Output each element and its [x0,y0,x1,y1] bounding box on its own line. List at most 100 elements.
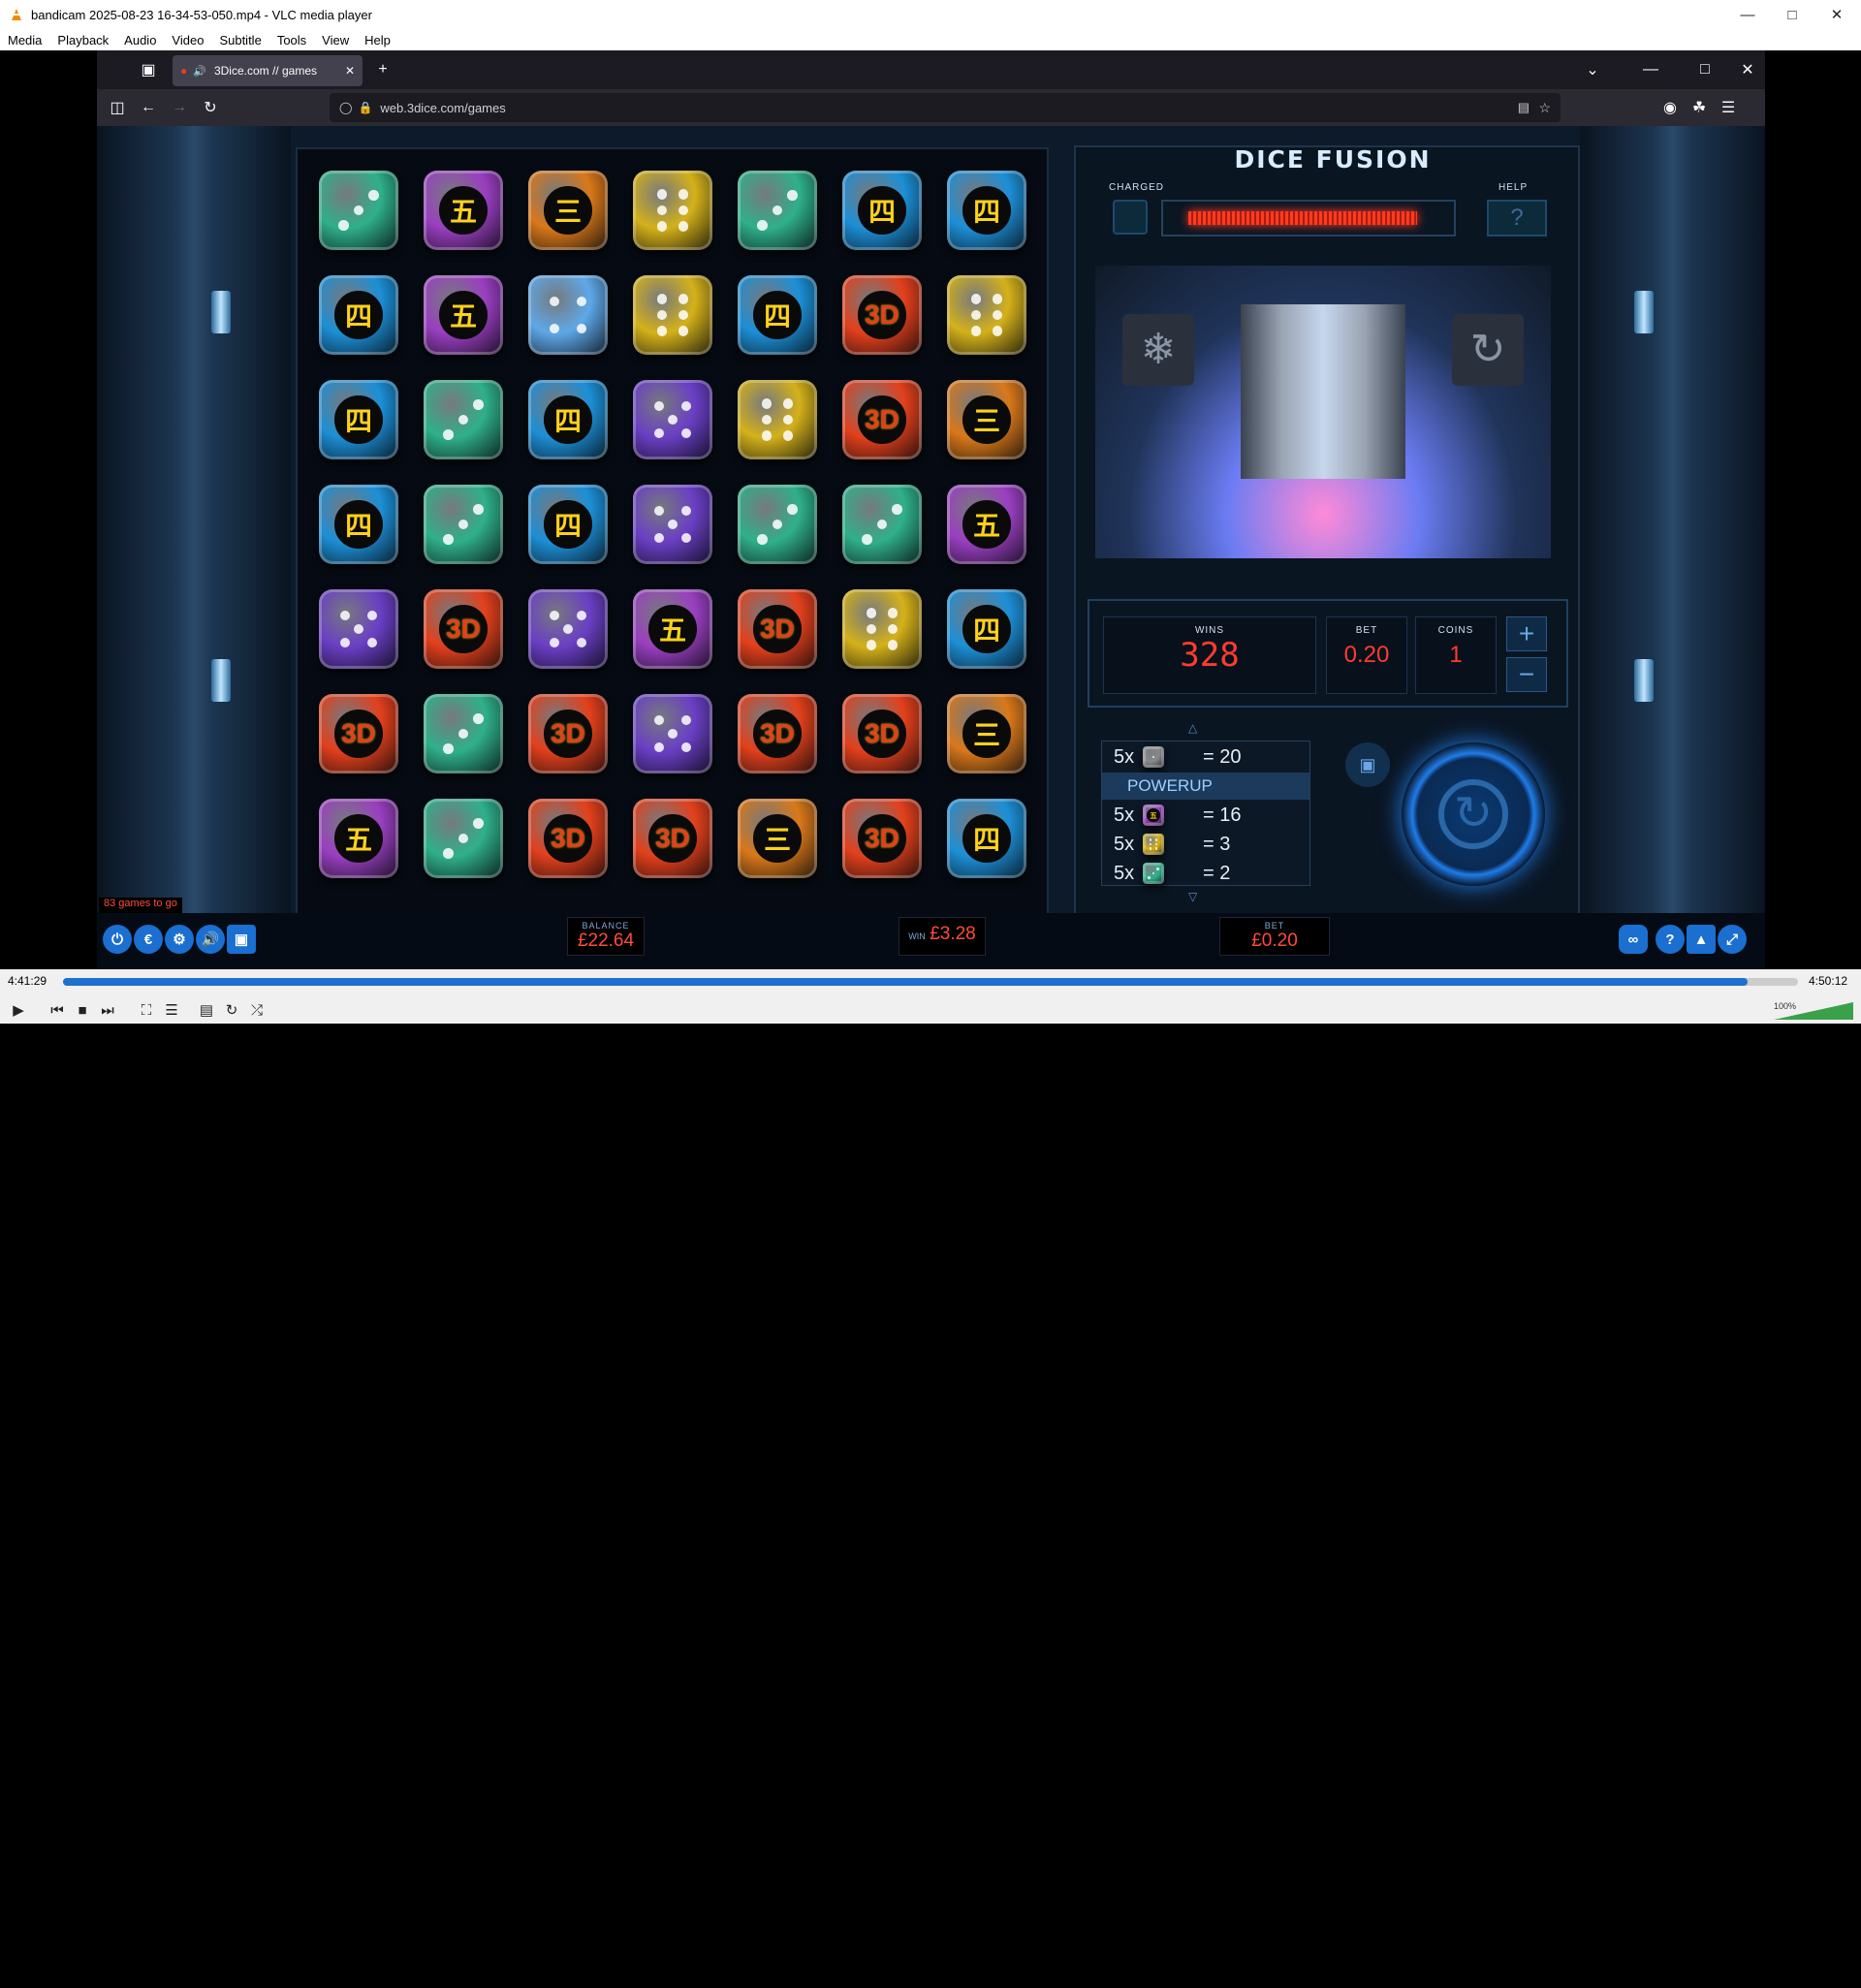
menu-media[interactable]: Media [0,33,49,47]
browser-close-icon[interactable]: ✕ [1735,57,1760,82]
shuffle-button[interactable]: ⤮ [246,999,268,1021]
forward-icon[interactable]: → [167,95,192,120]
back-icon[interactable]: ← [136,95,161,120]
die-green[interactable] [424,694,503,773]
die-green[interactable] [842,485,922,564]
die-red-3d[interactable]: 3D [528,799,608,878]
die-green[interactable] [319,171,398,250]
die-red-3d[interactable]: 3D [842,694,922,773]
close-button[interactable]: ✕ [1814,0,1859,29]
die-purple-five[interactable]: 五 [633,589,712,669]
die-red-3d[interactable]: 3D [424,589,503,669]
tab-overview-icon[interactable]: ▣ [136,57,161,82]
die-green[interactable] [738,485,817,564]
sound-button[interactable]: 🔊 [196,925,225,954]
die-gold[interactable] [947,275,1026,355]
die-blue-four[interactable]: 四 [842,171,922,250]
settings-button[interactable]: ⚙ [165,925,194,954]
fullscreen-hud-button[interactable]: ⤢ [1718,925,1747,954]
play-button[interactable]: ▶ [8,999,29,1021]
link-button[interactable]: ∞ [1619,925,1648,954]
browser-minimize-icon[interactable]: — [1638,57,1663,82]
die-green[interactable] [424,485,503,564]
die-lightblue[interactable] [528,275,608,355]
help-button[interactable]: ? [1487,200,1547,237]
die-blue-four[interactable]: 四 [947,799,1026,878]
die-gold[interactable] [842,589,922,669]
game-canvas[interactable]: 五三四四四五四 3D 四四 3D 三四四五 3D 五 3D 四 3D 3D 3D 3D 三五 3D 3D 三 3D… [97,126,1765,969]
gallery-button[interactable]: ▣ [227,925,256,954]
help-hud-button[interactable]: ? [1656,925,1685,954]
paytable-down-arrow[interactable]: ▽ [1188,890,1197,903]
die-purple-five[interactable]: 五 [424,171,503,250]
die-blue-four[interactable]: 四 [738,275,817,355]
die-blue-four[interactable]: 四 [319,380,398,459]
die-orange-three[interactable]: 三 [738,799,817,878]
die-violet[interactable] [633,485,712,564]
stop-button[interactable]: ■ [72,999,93,1021]
shield-icon[interactable]: ◯ [339,101,352,114]
seek-bar[interactable] [63,978,1798,986]
die-red-3d[interactable]: 3D [738,694,817,773]
menu-view[interactable]: View [314,33,357,47]
sidebar-icon[interactable]: ◫ [105,95,130,120]
die-green[interactable] [738,171,817,250]
die-violet[interactable] [633,694,712,773]
menu-hamburger-icon[interactable]: ☰ [1716,95,1741,120]
extended-settings-button[interactable]: ☰ [161,999,182,1021]
die-green[interactable] [424,380,503,459]
new-tab-icon[interactable]: + [370,57,395,82]
die-orange-three[interactable]: 三 [947,380,1026,459]
die-red-3d[interactable]: 3D [842,275,922,355]
reader-view-icon[interactable]: ▤ [1518,100,1530,115]
die-blue-four[interactable]: 四 [947,171,1026,250]
die-blue-four[interactable]: 四 [947,589,1026,669]
tab-3dice[interactable]: ● 🔊 3Dice.com // games ✕ [173,55,363,86]
die-purple-five[interactable]: 五 [947,485,1026,564]
die-gold[interactable] [738,380,817,459]
menu-help[interactable]: Help [357,33,398,47]
menu-playback[interactable]: Playback [49,33,116,47]
speaker-icon[interactable]: 🔊 [193,65,206,78]
minimize-button[interactable]: — [1725,0,1770,29]
die-red-3d[interactable]: 3D [528,694,608,773]
menu-audio[interactable]: Audio [116,33,164,47]
fullscreen-button[interactable]: ⛶ [136,999,157,1021]
die-red-3d[interactable]: 3D [842,799,922,878]
tab-list-icon[interactable]: ⌄ [1580,57,1605,82]
url-bar[interactable]: ◯ 🔒 web.3dice.com/games ▤ ☆ [330,93,1561,122]
maximize-button[interactable]: □ [1770,0,1814,29]
bookmark-star-icon[interactable]: ☆ [1538,100,1551,116]
die-violet[interactable] [633,380,712,459]
die-orange-three[interactable]: 三 [947,694,1026,773]
loop-button[interactable]: ↻ [221,999,242,1021]
menu-subtitle[interactable]: Subtitle [211,33,268,47]
mute-icon[interactable] [1752,1976,1764,1988]
die-red-3d[interactable]: 3D [319,694,398,773]
spin-button[interactable]: ↻ [1402,742,1545,886]
die-violet[interactable] [319,589,398,669]
die-blue-four[interactable]: 四 [319,485,398,564]
coins-plus-button[interactable]: + [1506,616,1547,651]
image-button[interactable]: ▲ [1687,925,1716,954]
die-blue-four[interactable]: 四 [319,275,398,355]
reload-icon[interactable]: ↻ [198,95,223,120]
die-purple-five[interactable]: 五 [319,799,398,878]
previous-button[interactable]: ⏮ [47,999,68,1021]
power-button[interactable]: ⏻ [103,925,132,954]
extensions-icon[interactable]: ☘ [1687,95,1712,120]
coins-minus-button[interactable]: − [1506,657,1547,692]
die-gold[interactable] [633,171,712,250]
die-red-3d[interactable]: 3D [738,589,817,669]
die-red-3d[interactable]: 3D [633,799,712,878]
tab-close-icon[interactable]: ✕ [345,64,355,78]
browser-maximize-icon[interactable]: □ [1692,57,1718,82]
die-blue-four[interactable]: 四 [528,380,608,459]
currency-button[interactable]: € [134,925,163,954]
die-red-3d[interactable]: 3D [842,380,922,459]
account-icon[interactable]: ◉ [1657,95,1683,120]
die-gold[interactable] [633,275,712,355]
die-green[interactable] [424,799,503,878]
die-orange-three[interactable]: 三 [528,171,608,250]
playlist-button[interactable]: ▤ [196,999,217,1021]
